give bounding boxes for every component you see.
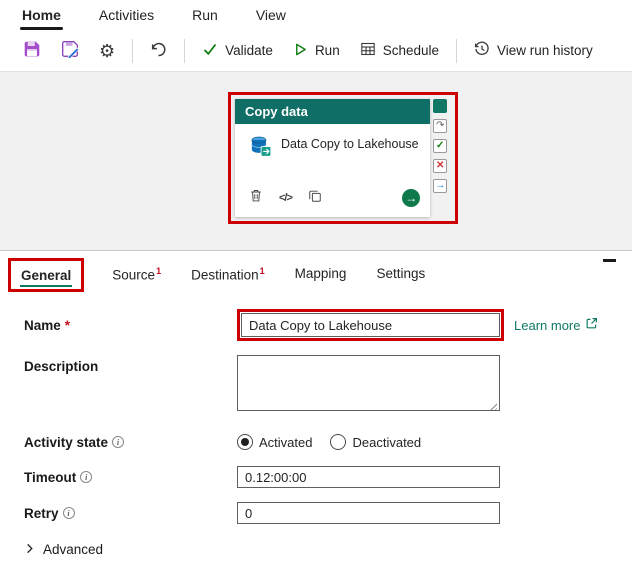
info-icon bbox=[112, 436, 125, 448]
view-run-history-label: View run history bbox=[497, 43, 593, 58]
activity-card-toolbar: </> → bbox=[235, 184, 430, 217]
port-on-success-icon[interactable]: ✓ bbox=[433, 139, 448, 153]
retry-input[interactable] bbox=[237, 502, 500, 524]
run-button[interactable]: Run bbox=[286, 37, 347, 65]
activity-title[interactable]: Data Copy to Lakehouse bbox=[281, 133, 419, 152]
name-annotation-box bbox=[237, 309, 504, 341]
retry-row: Retry bbox=[24, 502, 632, 524]
description-row: Description bbox=[24, 355, 632, 416]
code-view-icon[interactable]: </> bbox=[279, 192, 293, 204]
activity-card-body: Data Copy to Lakehouse bbox=[235, 124, 430, 184]
learn-more-link[interactable]: Learn more bbox=[514, 317, 598, 333]
menu-tab-view[interactable]: View bbox=[254, 1, 288, 30]
port-on-skip-icon[interactable]: ↷ bbox=[433, 119, 448, 133]
gear-icon: ⚙ bbox=[99, 40, 116, 61]
copy-data-annotation-box: Copy data Data Copy to Lakehouse </> → ↷… bbox=[228, 92, 458, 224]
info-icon bbox=[80, 471, 93, 483]
schedule-label: Schedule bbox=[382, 43, 439, 58]
tab-mapping[interactable]: Mapping bbox=[293, 259, 349, 288]
radio-activated-label: Activated bbox=[259, 434, 313, 450]
radio-deactivated[interactable]: Deactivated bbox=[330, 434, 421, 450]
port-on-fail-icon[interactable]: ✕ bbox=[433, 159, 448, 173]
menu-tab-run[interactable]: Run bbox=[190, 1, 220, 30]
undo-button[interactable] bbox=[143, 36, 174, 66]
properties-tabs: General Source1 Destination1 Mapping Set… bbox=[0, 251, 632, 299]
validate-check-icon bbox=[202, 41, 218, 60]
run-play-icon bbox=[293, 42, 308, 60]
toolbar-divider bbox=[132, 38, 134, 63]
tab-source[interactable]: Source1 bbox=[110, 259, 163, 290]
advanced-expander[interactable]: Advanced bbox=[24, 542, 632, 557]
activity-state-radio-group: Activated Deactivated bbox=[237, 434, 421, 450]
description-textarea[interactable] bbox=[237, 355, 500, 411]
toolbar-divider bbox=[456, 38, 457, 63]
undo-icon bbox=[150, 41, 167, 61]
source-error-badge: 1 bbox=[156, 266, 162, 276]
radio-dot-unselected bbox=[330, 434, 347, 450]
save-as-icon bbox=[61, 40, 80, 61]
radio-dot-selected bbox=[237, 434, 253, 450]
connector-arrow-button[interactable]: → bbox=[402, 189, 421, 207]
advanced-label: Advanced bbox=[43, 542, 104, 557]
name-label-wrap: Name * bbox=[24, 318, 237, 333]
tab-settings[interactable]: Settings bbox=[374, 259, 427, 288]
save-as-button[interactable] bbox=[54, 35, 86, 66]
general-tab-annotation-box: General bbox=[8, 258, 85, 292]
learn-more-label: Learn more bbox=[514, 317, 581, 333]
history-clock-icon bbox=[474, 41, 490, 60]
radio-deactivated-label: Deactivated bbox=[352, 434, 422, 450]
save-icon bbox=[23, 40, 41, 61]
menu-tab-home[interactable]: Home bbox=[20, 1, 63, 30]
timeout-row: Timeout bbox=[24, 466, 632, 488]
required-asterisk: * bbox=[64, 317, 71, 333]
name-label: Name bbox=[24, 317, 61, 333]
activity-state-row: Activity state Activated Deactivated bbox=[24, 434, 632, 450]
copy-data-activity-card[interactable]: Copy data Data Copy to Lakehouse </> → bbox=[235, 99, 431, 217]
menu-tab-activities[interactable]: Activities bbox=[97, 1, 156, 30]
name-row: Name * Learn more bbox=[24, 309, 632, 341]
activity-state-label: Activity state bbox=[24, 434, 109, 450]
toolbar-divider bbox=[184, 38, 186, 63]
activity-card-header[interactable]: Copy data bbox=[235, 99, 431, 124]
save-button[interactable] bbox=[16, 35, 48, 66]
activity-state-label-wrap: Activity state bbox=[24, 435, 237, 450]
delete-activity-icon[interactable] bbox=[249, 188, 263, 208]
schedule-button[interactable]: Schedule bbox=[353, 36, 446, 65]
copy-data-icon bbox=[247, 133, 273, 164]
timeout-input[interactable] bbox=[237, 466, 500, 488]
timeout-label-wrap: Timeout bbox=[24, 470, 237, 485]
external-link-icon bbox=[585, 317, 598, 333]
description-label-wrap: Description bbox=[24, 355, 237, 374]
tab-destination-label: Destination bbox=[191, 267, 259, 283]
properties-pane: General Source1 Destination1 Mapping Set… bbox=[0, 250, 632, 586]
settings-button[interactable]: ⚙ bbox=[92, 37, 122, 65]
port-on-completion-icon[interactable]: → bbox=[433, 179, 448, 193]
pipeline-canvas[interactable]: Copy data Data Copy to Lakehouse </> → ↷… bbox=[0, 72, 632, 250]
view-run-history-button[interactable]: View run history bbox=[467, 36, 600, 65]
schedule-calendar-icon bbox=[360, 41, 376, 60]
run-label: Run bbox=[314, 43, 340, 58]
description-label: Description bbox=[24, 359, 99, 374]
validate-label: Validate bbox=[225, 43, 273, 58]
port-output-icon[interactable] bbox=[433, 99, 448, 113]
retry-label-wrap: Retry bbox=[24, 506, 237, 521]
radio-activated[interactable]: Activated bbox=[237, 434, 312, 450]
name-input[interactable] bbox=[241, 313, 500, 337]
menu-bar: Home Activities Run View bbox=[0, 0, 632, 30]
toolbar: ⚙ Validate Run Schedule View run history bbox=[0, 30, 632, 72]
description-field-wrap bbox=[237, 355, 500, 416]
chevron-right-icon bbox=[24, 542, 35, 557]
activity-ports: ↷ ✓ ✕ → bbox=[433, 99, 451, 217]
retry-label: Retry bbox=[24, 505, 59, 521]
collapse-pane-button[interactable] bbox=[603, 259, 616, 262]
info-icon bbox=[62, 507, 75, 519]
tab-general[interactable]: General bbox=[20, 264, 73, 287]
timeout-label: Timeout bbox=[24, 469, 77, 485]
tab-destination[interactable]: Destination1 bbox=[189, 259, 267, 290]
tab-source-label: Source bbox=[112, 267, 156, 283]
destination-error-badge: 1 bbox=[259, 266, 265, 276]
validate-button[interactable]: Validate bbox=[195, 36, 280, 65]
duplicate-activity-icon[interactable] bbox=[308, 189, 322, 208]
